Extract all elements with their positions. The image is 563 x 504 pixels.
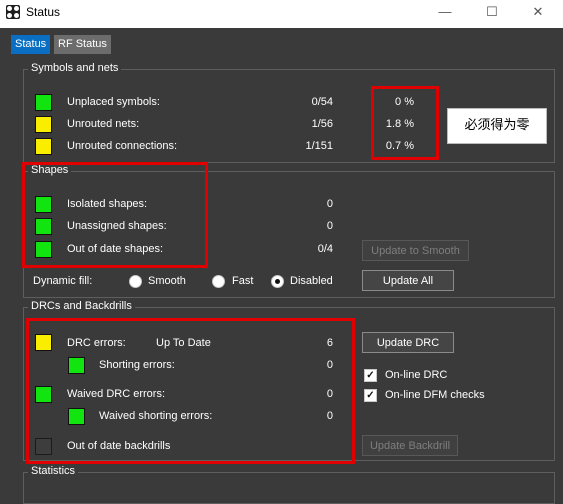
isolated-shapes-value: 0 [326,198,333,210]
waived-drc-label: Waived DRC errors: [67,388,165,400]
unrouted-connections-count: 1/151 [305,140,333,152]
symbols-nets-title: Symbols and nets [28,62,122,74]
online-drc-label: On-line DRC [385,369,448,381]
unrouted-connections-indicator [35,138,52,155]
tab-bar: Status RF Status [0,28,563,54]
shorting-errors-label: Shorting errors: [99,359,175,371]
update-backdrill-button[interactable]: Update Backdrill [362,435,458,456]
dynamic-fill-label: Dynamic fill: [33,275,93,287]
drc-errors-label: DRC errors: [67,337,126,349]
annotation-callout: 必须得为零 [447,108,547,144]
status-panel: Symbols and nets Unplaced symbols: 0/54 … [0,0,563,504]
drc-errors-indicator [35,334,52,351]
isolated-shapes-label: Isolated shapes: [67,198,148,210]
window-title: Status [26,5,61,19]
unrouted-connections-percent: 0.7 % [385,140,414,152]
statistics-group [23,472,555,504]
unrouted-nets-percent: 1.8 % [385,118,414,130]
tab-status[interactable]: Status [11,35,51,54]
fill-fast-label: Fast [232,275,254,287]
unplaced-symbols-count: 0/54 [311,96,333,108]
unrouted-nets-count: 1/56 [311,118,333,130]
percent-highlight-box [371,86,439,160]
shapes-title: Shapes [28,164,72,176]
shorting-errors-indicator [68,357,85,374]
backdrills-label: Out of date backdrills [67,440,171,452]
unassigned-shapes-value: 0 [326,220,333,232]
waived-drc-value: 0 [326,388,333,400]
unplaced-symbols-indicator [35,94,52,111]
unassigned-shapes-label: Unassigned shapes: [67,220,167,232]
isolated-shapes-indicator [35,196,52,213]
waived-drc-indicator [35,386,52,403]
unassigned-shapes-indicator [35,218,52,235]
online-dfm-label: On-line DFM checks [385,389,485,401]
update-all-button[interactable]: Update All [362,270,454,291]
fill-smooth-label: Smooth [148,275,186,287]
drc-group [23,307,555,461]
update-to-smooth-button[interactable]: Update to Smooth [362,240,469,261]
out-of-date-shapes-value: 0/4 [317,243,333,255]
fill-disabled-label: Disabled [290,275,333,287]
maximize-button[interactable]: ☐ [478,2,506,24]
close-button[interactable]: ✕ [524,2,552,24]
shapes-highlight-box [22,162,208,268]
drc-highlight-box [26,318,355,464]
tab-rf-status[interactable]: RF Status [54,35,111,54]
shorting-errors-value: 0 [326,359,333,371]
minimize-button[interactable]: — [431,2,459,24]
out-of-date-shapes-label: Out of date shapes: [67,243,164,255]
unplaced-symbols-percent: 0 % [395,96,414,108]
drc-up-to-date-status: Up To Date [156,337,211,349]
statistics-title: Statistics [28,465,79,477]
unrouted-connections-label: Unrouted connections: [67,140,178,152]
drc-title: DRCs and Backdrills [28,300,135,312]
unplaced-symbols-label: Unplaced symbols: [67,96,160,108]
shapes-group [23,171,555,298]
fill-fast-radio[interactable] [212,275,225,288]
online-drc-checkbox[interactable]: ✓ [364,369,377,382]
drc-errors-value: 6 [326,337,333,349]
fill-disabled-radio[interactable] [271,275,284,288]
waived-shorting-value: 0 [326,410,333,422]
waived-shorting-indicator [68,408,85,425]
app-icon [6,5,20,19]
title-bar: Status — ☐ ✕ [0,0,563,28]
out-of-date-shapes-indicator [35,241,52,258]
backdrills-indicator [35,438,52,455]
unrouted-nets-label: Unrouted nets: [67,118,140,130]
fill-smooth-radio[interactable] [129,275,142,288]
unrouted-nets-indicator [35,116,52,133]
update-drc-button[interactable]: Update DRC [362,332,454,353]
waived-shorting-label: Waived shorting errors: [99,410,213,422]
online-dfm-checkbox[interactable]: ✓ [364,389,377,402]
symbols-nets-group [23,69,555,163]
